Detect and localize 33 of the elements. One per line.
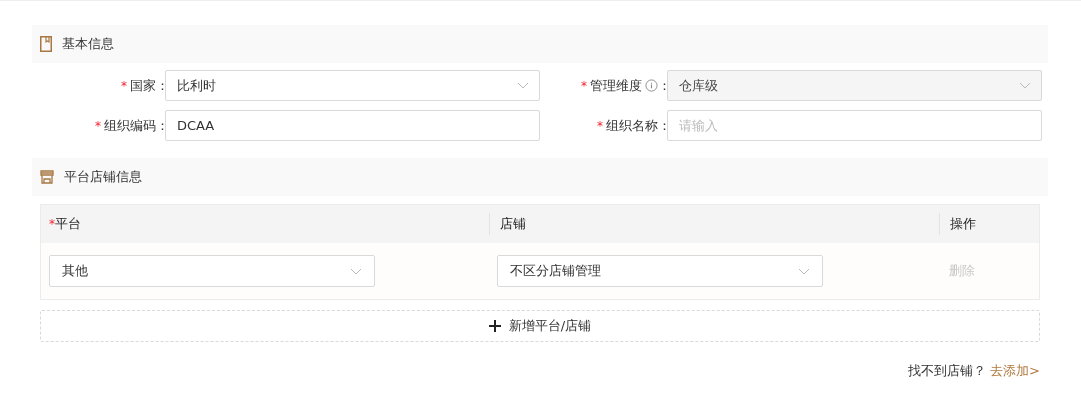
field-label: 组织编码 bbox=[103, 116, 156, 135]
field-label: 管理维度 bbox=[589, 76, 642, 95]
hint-text: 找不到店铺？ bbox=[908, 362, 987, 380]
required-mark: * bbox=[120, 78, 127, 93]
column-header: 操作 bbox=[950, 215, 976, 233]
column-header: 店铺 bbox=[500, 215, 526, 233]
input-field[interactable]: 请输入 bbox=[667, 110, 1042, 141]
field-label: 国家 bbox=[129, 76, 156, 95]
column-header: 平台 bbox=[55, 215, 81, 233]
section-title: 平台店铺信息 bbox=[64, 168, 142, 186]
label-colon: ： bbox=[657, 116, 667, 135]
label-colon: ： bbox=[155, 76, 165, 95]
chevron-down-icon bbox=[350, 267, 362, 275]
select-field[interactable]: 比利时 bbox=[165, 70, 540, 101]
book-icon bbox=[40, 36, 52, 52]
add-platform-button[interactable]: 新增平台/店铺 bbox=[40, 310, 1040, 342]
platform-select[interactable]: 其他 bbox=[49, 255, 375, 287]
shop-select[interactable]: 不区分店铺管理 bbox=[497, 255, 823, 287]
store-icon bbox=[40, 170, 54, 184]
section-title: 基本信息 bbox=[62, 35, 114, 53]
input-field[interactable]: DCAA bbox=[165, 110, 540, 141]
label-colon: ： bbox=[657, 76, 667, 95]
required-mark: * bbox=[94, 118, 101, 133]
label-colon: ： bbox=[155, 116, 165, 135]
required-mark: * bbox=[49, 217, 55, 231]
required-mark: * bbox=[580, 78, 587, 93]
chevron-down-icon bbox=[517, 82, 529, 89]
chevron-down-icon bbox=[798, 267, 810, 275]
required-mark: * bbox=[596, 118, 603, 133]
plus-icon bbox=[488, 320, 501, 332]
add-shop-link[interactable]: 去添加> bbox=[990, 362, 1040, 380]
field-label: 组织名称 bbox=[605, 116, 658, 135]
chevron-down-icon bbox=[1019, 82, 1031, 89]
